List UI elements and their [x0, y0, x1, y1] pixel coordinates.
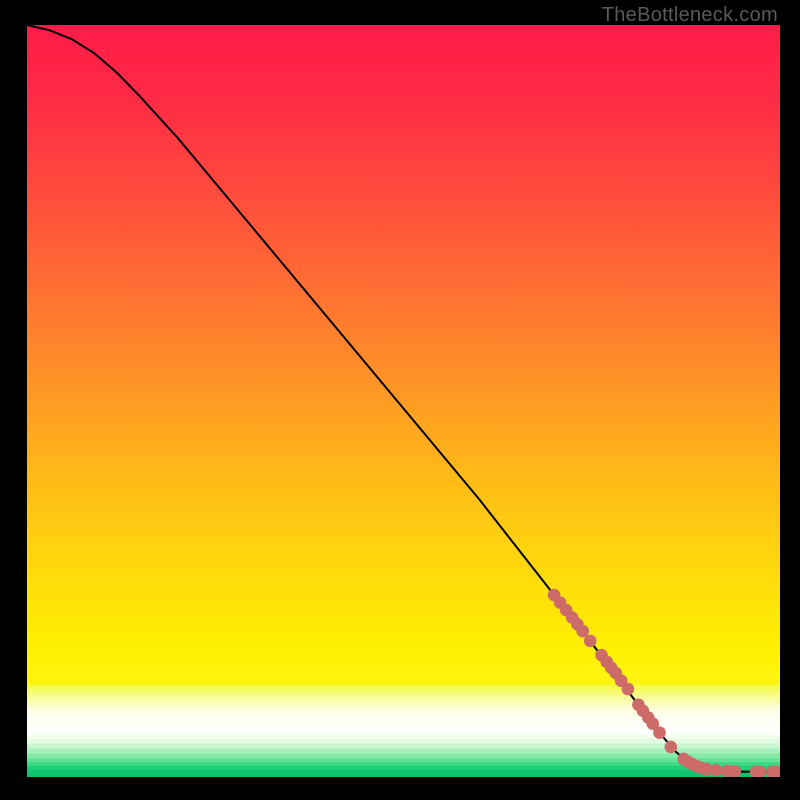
marker-dot	[653, 726, 666, 739]
marker-dot	[622, 683, 635, 696]
chart-background	[27, 25, 780, 777]
marker-dot	[584, 635, 597, 648]
chart-plot-area	[27, 25, 780, 777]
watermark-text: TheBottleneck.com	[602, 4, 778, 27]
marker-dot	[710, 764, 723, 777]
marker-dot	[665, 741, 678, 754]
green-strip	[27, 758, 780, 777]
